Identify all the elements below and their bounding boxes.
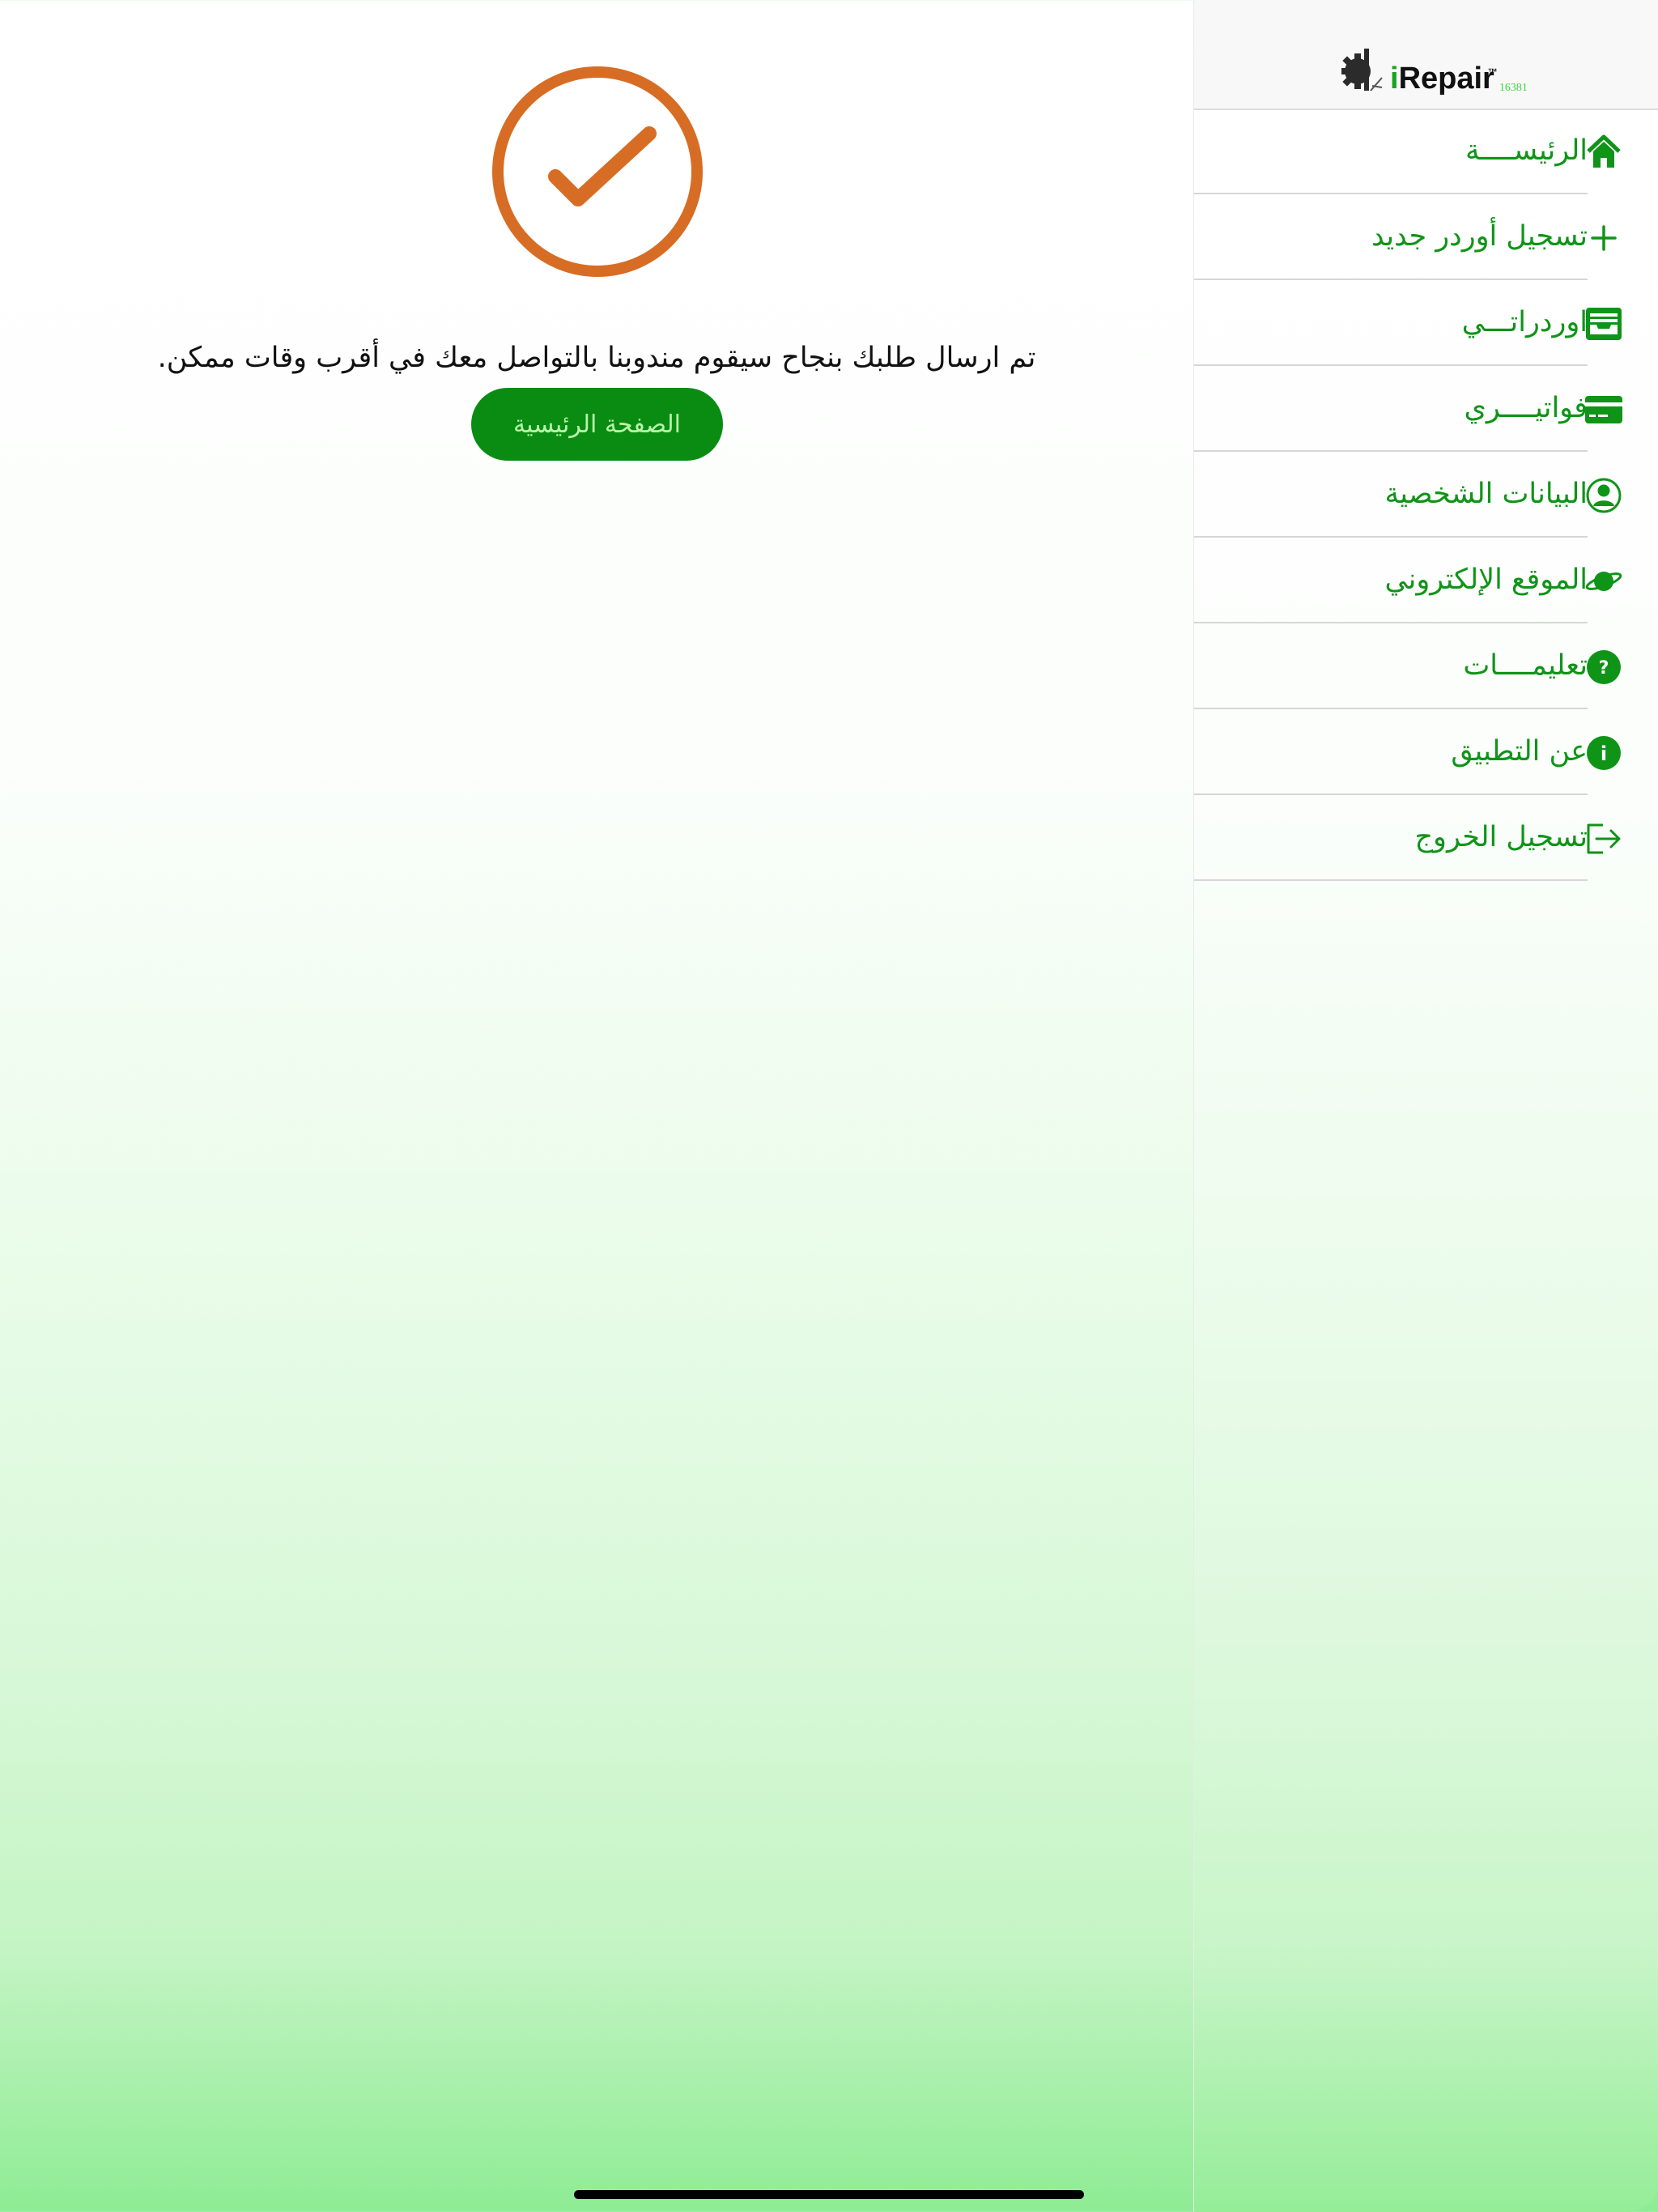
- home-page-button[interactable]: الصفحة الرئيسية: [471, 388, 723, 461]
- sidebar-item-invoices[interactable]: فواتيــــري: [1194, 366, 1622, 452]
- svg-text:i: i: [1601, 742, 1607, 765]
- sidebar-item-label: عن التطبيق: [1451, 735, 1588, 768]
- sidebar-item-logout[interactable]: تسجيل الخروج: [1194, 795, 1621, 881]
- sidebar-item-label: اوردراتـــي: [1461, 306, 1588, 338]
- logo-wordmark: iRepair ™: [1390, 62, 1498, 96]
- main-content: تم ارسال طلبك بنجاح سيقوم مندوبنا بالتوا…: [0, 0, 1193, 2212]
- sidebar-item-about[interactable]: i عن التطبيق: [1194, 709, 1621, 795]
- sidebar-item-home[interactable]: الرئيســــة: [1194, 108, 1621, 194]
- sidebar-header: iRepair ™ 16381: [1194, 0, 1658, 110]
- inbox-icon: [1584, 304, 1623, 343]
- sidebar-item-label: تعليمــــات: [1463, 649, 1588, 682]
- sidebar-item-label: تسجيل الخروج: [1414, 821, 1588, 853]
- gear-icon: [1341, 49, 1383, 91]
- sidebar-item-new-order[interactable]: تسجيل أوردر جديد: [1194, 194, 1617, 280]
- sidebar-item-label: البيانات الشخصية: [1384, 478, 1588, 510]
- question-icon: ?: [1584, 648, 1623, 687]
- check-circle-icon: [491, 65, 704, 279]
- sidebar-item-label: الرئيســــة: [1465, 134, 1588, 167]
- success-message: تم ارسال طلبك بنجاح سيقوم مندوبنا بالتوا…: [157, 342, 1036, 374]
- home-indicator[interactable]: [574, 2190, 1084, 2199]
- sidebar-item-label: الموقع الإلكتروني: [1384, 564, 1588, 596]
- sidebar: iRepair ™ 16381 الرئيســــة تسجيل أوردر ج…: [1193, 0, 1658, 2212]
- sidebar-item-website[interactable]: الموقع الإلكتروني: [1194, 538, 1622, 623]
- plus-icon: [1584, 219, 1623, 257]
- sidebar-menu: الرئيســــة تسجيل أوردر جديد اوردراتـــي: [1194, 108, 1658, 881]
- user-icon: [1584, 476, 1623, 515]
- app-logo: iRepair ™ 16381: [1340, 42, 1528, 94]
- logout-icon: [1584, 819, 1623, 858]
- svg-text:?: ?: [1599, 658, 1609, 678]
- sidebar-item-profile[interactable]: البيانات الشخصية: [1194, 452, 1622, 538]
- sidebar-item-my-orders[interactable]: اوردراتـــي: [1194, 280, 1622, 366]
- info-icon: i: [1584, 734, 1623, 772]
- logo-number: 16381: [1499, 82, 1528, 94]
- sidebar-item-instructions[interactable]: ? تعليمــــات: [1194, 623, 1621, 709]
- credit-card-icon: [1584, 390, 1623, 429]
- sidebar-item-label: تسجيل أوردر جديد: [1371, 220, 1588, 253]
- home-icon: [1584, 133, 1623, 172]
- planet-icon: [1584, 562, 1623, 601]
- sidebar-item-label: فواتيــــري: [1464, 392, 1588, 424]
